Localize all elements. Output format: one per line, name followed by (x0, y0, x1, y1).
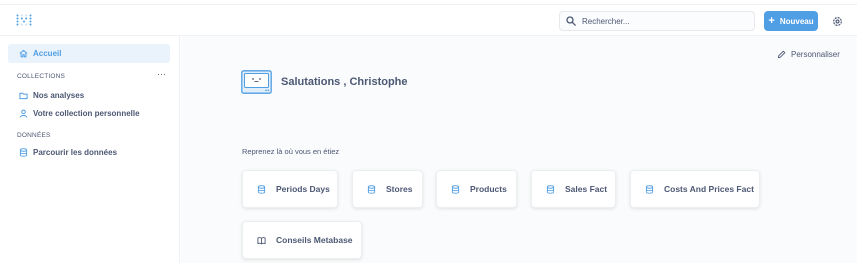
recent-item-card[interactable]: Costs And Prices Fact (630, 170, 760, 208)
search-placeholder: Rechercher... (582, 16, 630, 26)
recent-item-card[interactable]: Products (436, 170, 517, 208)
home-icon (19, 49, 28, 58)
pencil-icon (777, 50, 786, 59)
top-navbar: Rechercher... + Nouveau (0, 5, 857, 36)
greeting-heading: Salutations , Christophe (281, 76, 408, 88)
main-content: Personnaliser Salutations , Christophe R… (181, 36, 857, 263)
card-label: Products (470, 184, 507, 194)
new-button-label: Nouveau (779, 16, 814, 26)
collections-section-label: COLLECTIONS (17, 73, 66, 80)
sidebar-item-label: Parcourir les données (33, 148, 118, 157)
sidebar-item-personal-collection[interactable]: Votre collection personnelle (8, 104, 170, 123)
database-table-icon (451, 184, 460, 194)
metabot-mascot-icon (241, 70, 272, 94)
recent-item-card[interactable]: Periods Days (242, 170, 338, 208)
database-table-icon (645, 184, 654, 194)
customize-button[interactable]: Personnaliser (777, 50, 840, 59)
card-label: Costs And Prices Fact (664, 184, 754, 194)
card-label: Stores (386, 184, 413, 194)
folder-icon (19, 92, 28, 100)
search-icon (566, 16, 576, 26)
sidebar-item-browse-data[interactable]: Parcourir les données (8, 143, 170, 162)
sidebar-item-label: Nos analyses (33, 91, 85, 100)
sidebar-item-label: Votre collection personnelle (33, 109, 140, 118)
book-icon (257, 236, 266, 244)
sidebar-item-home[interactable]: Accueil (8, 44, 170, 63)
customize-label: Personnaliser (791, 50, 840, 59)
sidebar-item-our-analyses[interactable]: Nos analyses (8, 86, 170, 105)
new-button[interactable]: + Nouveau (764, 11, 818, 31)
card-label: Conseils Metabase (276, 235, 353, 245)
person-icon (19, 109, 28, 118)
resume-heading: Reprenez là où vous en étiez (242, 147, 340, 156)
card-label: Sales Fact (565, 184, 608, 194)
metabase-tips-card[interactable]: Conseils Metabase (242, 221, 362, 259)
database-table-icon (257, 184, 266, 194)
database-table-icon (367, 184, 376, 194)
recent-item-card[interactable]: Sales Fact (531, 170, 616, 208)
sidebar: Accueil COLLECTIONS ··· Nos analyses Vot… (0, 36, 180, 263)
recent-item-card[interactable]: Stores (352, 170, 423, 208)
data-section-label: DONNÉES (17, 132, 51, 139)
database-icon (19, 148, 28, 157)
search-input[interactable]: Rechercher... (559, 11, 755, 31)
gear-icon[interactable] (832, 16, 843, 27)
card-label: Periods Days (276, 184, 330, 194)
metabase-logo-icon[interactable] (16, 14, 32, 26)
collections-menu-icon[interactable]: ··· (157, 69, 166, 79)
plus-icon: + (768, 15, 775, 27)
sidebar-item-label: Accueil (33, 49, 62, 58)
database-table-icon (546, 184, 555, 194)
